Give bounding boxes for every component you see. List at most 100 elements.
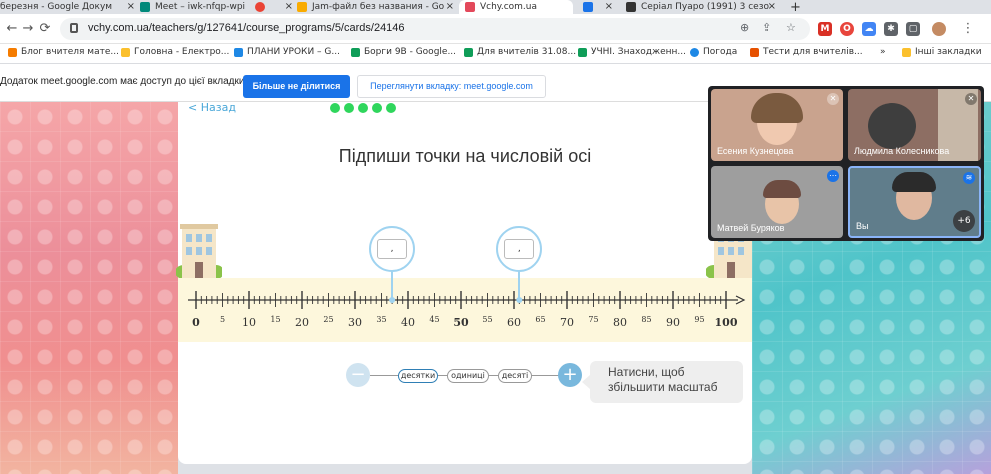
reload-icon[interactable]: ⟳ — [37, 21, 53, 36]
tick-label: 35 — [376, 315, 386, 324]
sheets-icon — [464, 47, 473, 57]
sheets-icon — [351, 47, 360, 57]
close-icon[interactable]: × — [285, 1, 293, 12]
participant-name: Есения Кузнецова — [717, 146, 794, 156]
tick-label: 60 — [507, 316, 521, 329]
sharing-message: Додаток meet.google.com має доступ до ці… — [0, 76, 245, 87]
building-left-icon — [176, 224, 222, 278]
bookmark-item[interactable]: Тести для вчителів... — [750, 47, 863, 57]
switch-to-meet-button[interactable]: Переглянути вкладку: meet.google.com — [357, 75, 546, 98]
bookmark-label: Борги 9В - Google... — [364, 47, 457, 57]
mic-muted-icon: ✕ — [965, 93, 977, 105]
point-marker — [518, 270, 521, 299]
tab-title: Meet – iwk-nfqp-wpi — [155, 2, 246, 12]
point-answer-input[interactable]: , — [504, 239, 535, 259]
star-icon[interactable]: ☆ — [786, 21, 796, 34]
close-icon[interactable]: × — [605, 1, 613, 12]
participant-tile[interactable]: ⋯ Матвей Буряков — [711, 166, 843, 238]
tick-label: 55 — [482, 315, 492, 324]
bookmark-label: ПЛАНИ УРОКИ – G... — [247, 47, 340, 57]
scale-level-units[interactable]: одиниці — [447, 369, 489, 383]
tab-strip: березня - Google Докум × Meet – iwk-nfqp… — [0, 0, 991, 14]
sheets-icon — [578, 47, 587, 57]
forward-arrow-icon[interactable]: → — [20, 21, 36, 36]
menu-icon[interactable]: ⋮ — [960, 21, 976, 36]
progress-dot — [386, 103, 396, 113]
browser-toolbar: ← → ⟳ vchy.com.ua/teachers/g/127641/cour… — [0, 14, 991, 44]
bookmark-item[interactable]: Борги 9В - Google... — [351, 47, 456, 57]
tab-vchy[interactable]: Vchy.com.ua — [459, 0, 573, 14]
scale-level-tenths[interactable]: десяті — [498, 369, 532, 383]
avatar[interactable] — [932, 22, 946, 36]
tick-label: 70 — [560, 316, 574, 329]
address-bar[interactable]: vchy.com.ua/teachers/g/127641/course_pro… — [60, 18, 810, 40]
drive-icon — [234, 47, 243, 57]
participant-name: Матвей Буряков — [717, 223, 785, 233]
tick-label: 30 — [348, 316, 362, 329]
close-icon[interactable]: × — [768, 1, 776, 12]
number-line: 0 5 10 15 20 25 30 35 40 45 50 55 60 65 70 75 80 85 90 95 10… — [188, 291, 746, 329]
zoom-in-button[interactable]: + — [558, 363, 582, 387]
progress-dots — [330, 103, 396, 113]
speaking-icon: ≋ — [963, 172, 975, 184]
zoom-icon[interactable]: ⊕ — [740, 21, 749, 34]
more-options-icon[interactable]: ⋯ — [827, 170, 839, 182]
more-participants-badge[interactable]: +6 — [953, 210, 975, 232]
meet-favicon-icon — [140, 2, 150, 12]
bookmark-item[interactable]: Блог вчителя мате... — [8, 47, 119, 57]
participant-video — [868, 103, 916, 149]
stop-sharing-button[interactable]: Більше не ділитися — [243, 75, 350, 98]
bookmarks-bar: Блог вчителя мате... Головна - Електро..… — [0, 44, 991, 64]
tick-label: 20 — [295, 316, 309, 329]
puzzle-icon[interactable]: ✱ — [884, 22, 898, 36]
tick-label: 0 — [192, 316, 200, 329]
bookmark-label: Інші закладки — [915, 47, 982, 57]
bookmark-item[interactable]: ПЛАНИ УРОКИ – G... — [234, 47, 340, 57]
gmail-extension-icon[interactable]: M — [818, 22, 832, 36]
scale-level-tens[interactable]: десятки — [398, 369, 438, 383]
tick-label: 85 — [641, 315, 651, 324]
vchy-favicon-icon — [465, 2, 475, 12]
participant-tile[interactable]: ✕ Людмила Колесникова — [848, 89, 981, 161]
participant-hair — [892, 172, 936, 192]
participant-tile-self[interactable]: ≋ Вы +6 — [848, 166, 981, 238]
tick-label: 10 — [242, 316, 256, 329]
tab-title: Серіал Пуаро (1991) 3 сезо — [641, 2, 770, 12]
tab-pinned[interactable]: × — [583, 0, 613, 14]
close-icon[interactable]: × — [127, 1, 135, 12]
bookmark-item[interactable]: Для вчителів 31.08... — [464, 47, 576, 57]
sun-icon — [121, 47, 130, 57]
tick-label: 25 — [323, 315, 333, 324]
tab-title: Vchy.com.ua — [480, 2, 538, 12]
back-arrow-icon[interactable]: ← — [4, 21, 20, 36]
bookmark-label: Тести для вчителів... — [763, 47, 863, 57]
lock-icon — [70, 23, 78, 33]
tab-google-docs[interactable]: березня - Google Докум × — [0, 0, 135, 14]
tick-label: 50 — [453, 316, 469, 329]
close-icon[interactable]: × — [446, 1, 454, 12]
tick-label: 40 — [401, 316, 415, 329]
tab-title: березня - Google Докум — [0, 2, 113, 12]
tab-poirot[interactable]: Серіал Пуаро (1991) 3 сезо × — [626, 0, 776, 14]
back-link[interactable]: < Назад — [188, 101, 236, 114]
other-bookmarks[interactable]: Інші закладки — [902, 47, 982, 57]
tab-jam[interactable]: Jam-файл без названия - Go × — [297, 0, 454, 14]
participant-tile[interactable]: ✕ Есения Кузнецова — [711, 89, 843, 161]
participant-name: Людмила Колесникова — [854, 146, 950, 156]
mic-muted-icon: ✕ — [827, 93, 839, 105]
cloud-extension-icon[interactable]: ☁ — [862, 22, 876, 36]
side-panel-icon[interactable]: ▢ — [906, 22, 920, 36]
bookmarks-overflow-button[interactable]: » — [880, 47, 886, 57]
new-tab-button[interactable]: + — [790, 0, 804, 14]
tab-title: Jam-файл без названия - Go — [312, 2, 445, 12]
tab-meet[interactable]: Meet – iwk-nfqp-wpi — [140, 0, 250, 14]
share-icon[interactable]: ⇪ — [762, 21, 771, 34]
bookmark-item[interactable]: Головна - Електро... — [121, 47, 229, 57]
opera-extension-icon[interactable]: O — [840, 22, 854, 36]
bookmark-item[interactable]: УЧНІ. Знаходженн... — [578, 47, 686, 57]
tick-label: 90 — [666, 316, 680, 329]
bookmark-item[interactable]: Погода — [690, 47, 737, 57]
zoom-out-button[interactable]: − — [346, 363, 370, 387]
tab-recording[interactable]: × — [255, 0, 293, 14]
point-answer-input[interactable]: , — [377, 239, 408, 259]
